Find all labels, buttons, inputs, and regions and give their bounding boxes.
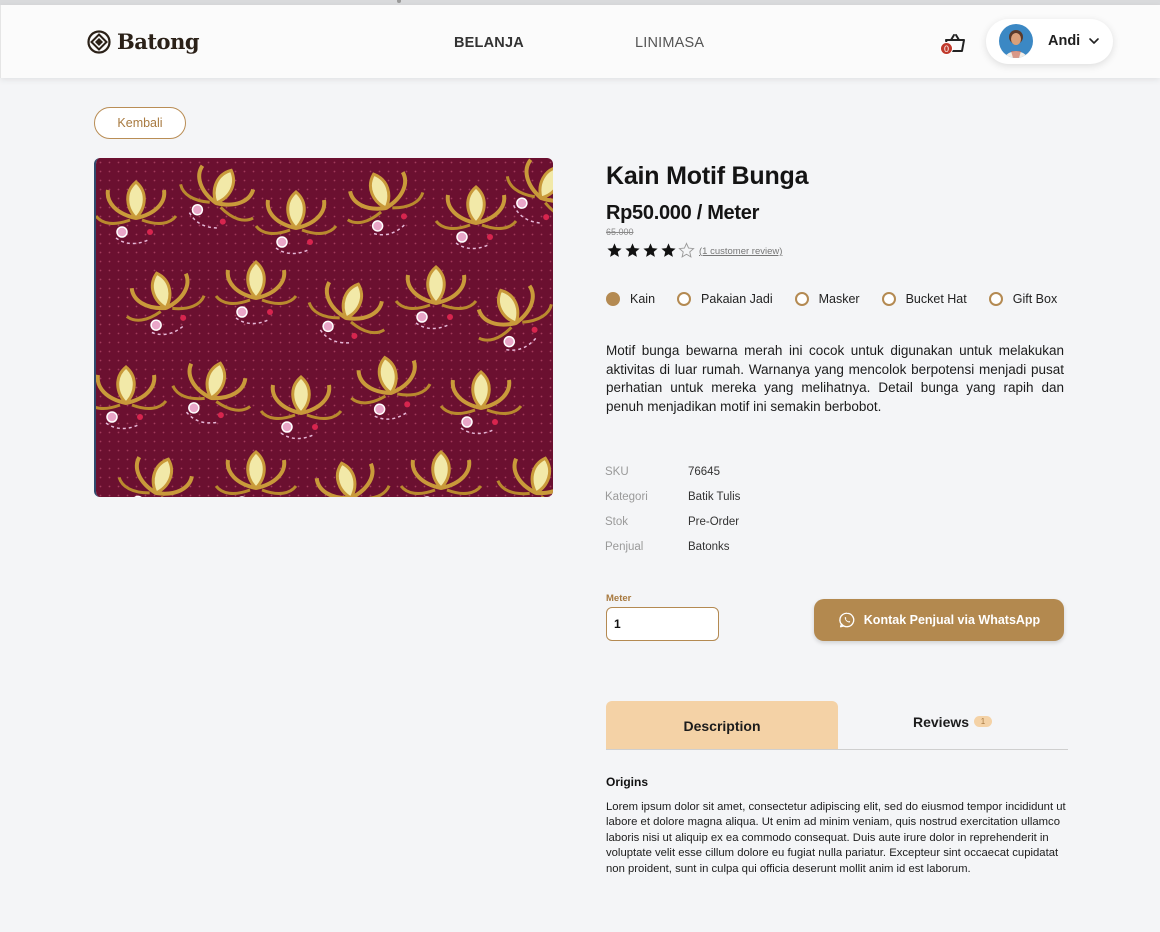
spec-row-penjual: Penjual Batonks xyxy=(605,541,740,566)
chevron-down-icon xyxy=(1089,38,1099,44)
spec-key: Kategori xyxy=(605,491,648,503)
quantity-label: Meter xyxy=(606,593,632,604)
batik-fabric-image xyxy=(96,158,553,497)
product-tabs: Description Reviews 1 xyxy=(606,701,1068,750)
whatsapp-button-label: Kontak Penjual via WhatsApp xyxy=(863,613,1041,627)
original-price: 65.000 xyxy=(606,227,634,237)
whatsapp-contact-button[interactable]: Kontak Penjual via WhatsApp xyxy=(814,599,1064,641)
variant-label: Kain xyxy=(630,292,656,306)
variant-masker[interactable]: Masker xyxy=(794,292,860,306)
brand-name: Batong xyxy=(117,29,200,54)
radio-selected[interactable] xyxy=(606,292,620,306)
star-filled-icon xyxy=(625,243,640,257)
variant-label: Bucket Hat xyxy=(905,292,967,306)
spec-value: Batik Tulis xyxy=(688,491,741,503)
product-price: Rp50.000 / Meter xyxy=(606,202,760,224)
reviews-count-badge: 1 xyxy=(974,716,992,727)
cart-count-badge: 0 xyxy=(940,42,953,55)
star-filled-icon xyxy=(661,243,676,257)
radio[interactable] xyxy=(881,292,896,306)
customer-review-link[interactable]: (1 customer review) xyxy=(699,246,782,257)
site-header: Batong BELANJA LINIMASA 0 Andi xyxy=(0,5,1160,78)
product-specs: SKU 76645 Kategori Batik Tulis Stok Pre-Ord… xyxy=(605,466,740,566)
variant-bucket-hat[interactable]: Bucket Hat xyxy=(881,292,967,306)
spec-key: Stok xyxy=(605,516,629,528)
variant-label: Masker xyxy=(818,292,860,306)
star-empty-icon xyxy=(678,242,695,258)
whatsapp-icon xyxy=(839,612,855,628)
variant-label: Pakaian Jadi xyxy=(701,292,773,306)
spec-value: Pre-Order xyxy=(688,516,740,528)
star-filled-icon xyxy=(607,243,622,257)
spec-value: 76645 xyxy=(688,466,720,478)
quantity-input[interactable] xyxy=(606,607,719,641)
radio[interactable] xyxy=(677,292,692,306)
variant-options: Kain Pakaian Jadi Masker Bucket Hat Gift… xyxy=(606,292,1079,306)
product-description: Motif bunga bewarna merah ini cocok untu… xyxy=(606,343,1064,414)
variant-label: Gift Box xyxy=(1012,292,1058,306)
star-filled-icon xyxy=(643,243,658,257)
spec-row-stok: Stok Pre-Order xyxy=(605,516,740,541)
variant-gift-box[interactable]: Gift Box xyxy=(988,292,1058,306)
tab-description[interactable]: Description xyxy=(606,701,838,749)
user-menu[interactable]: Andi xyxy=(986,19,1113,64)
avatar xyxy=(999,24,1033,58)
rating-stars xyxy=(606,242,695,259)
nav-linimasa[interactable]: LINIMASA xyxy=(635,35,704,51)
product-image xyxy=(94,158,553,497)
tab-reviews[interactable]: Reviews xyxy=(913,714,969,730)
logo-mark-icon xyxy=(87,29,111,54)
nav-belanja[interactable]: BELANJA xyxy=(454,35,524,51)
spec-row-sku: SKU 76645 xyxy=(605,466,740,491)
variant-pakaian-jadi[interactable]: Pakaian Jadi xyxy=(677,292,773,306)
brand-logo[interactable]: Batong xyxy=(87,29,200,54)
section-heading: Origins xyxy=(606,775,649,789)
spec-key: Penjual xyxy=(605,541,644,553)
user-name: Andi xyxy=(1048,33,1081,49)
spec-value: Batonks xyxy=(688,541,730,553)
radio[interactable] xyxy=(794,292,809,306)
spec-row-kategori: Kategori Batik Tulis xyxy=(605,491,740,516)
section-body: Lorem ipsum dolor sit amet, consectetur … xyxy=(606,801,1066,875)
variant-kain[interactable]: Kain xyxy=(606,292,655,306)
radio[interactable] xyxy=(988,292,1003,306)
product-title: Kain Motif Bunga xyxy=(606,162,809,190)
window-notch xyxy=(397,0,401,3)
back-button[interactable]: Kembali xyxy=(94,107,186,139)
spec-key: SKU xyxy=(605,466,629,478)
